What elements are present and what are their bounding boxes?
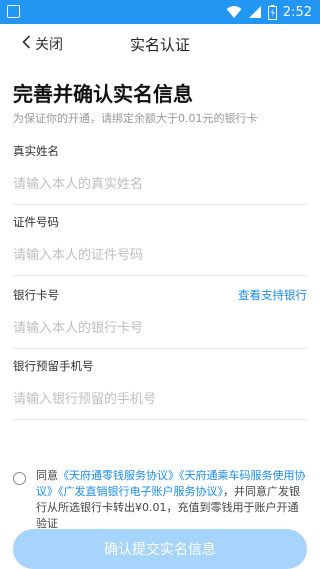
supported-banks-link[interactable]: 查看支持银行 bbox=[238, 287, 307, 303]
real-name-input[interactable]: 请输入本人的真实姓名 bbox=[13, 173, 307, 192]
divider bbox=[13, 275, 307, 276]
bank-card-input[interactable]: 请输入本人的银行卡号 bbox=[13, 317, 307, 336]
agreement-text: 同意《天府通零钱服务协议》《天府通乘车码服务使用协议》《广发直销银行电子账户服务… bbox=[36, 468, 307, 532]
bank-phone-field[interactable]: 银行预留手机号 请输入银行预留的手机号 bbox=[13, 358, 307, 420]
agree-radio[interactable] bbox=[13, 472, 26, 485]
field-label: 证件号码 bbox=[13, 215, 59, 229]
status-time: 2:52 bbox=[282, 4, 312, 20]
notification-icon bbox=[7, 5, 20, 18]
form-subheading: 为保证你的开通，请绑定余额大于0.01元的银行卡 bbox=[13, 112, 258, 125]
battery-icon bbox=[267, 4, 277, 20]
agreement-prefix: 同意 bbox=[36, 469, 58, 482]
real-name-field[interactable]: 真实姓名 请输入本人的真实姓名 bbox=[13, 143, 307, 205]
status-bar: 2:52 bbox=[0, 0, 320, 24]
field-label: 银行预留手机号 bbox=[13, 359, 94, 373]
bank-card-field[interactable]: 银行卡号 查看支持银行 请输入本人的银行卡号 bbox=[13, 287, 307, 349]
status-icons: 2:52 bbox=[226, 3, 312, 21]
divider bbox=[13, 348, 307, 349]
wifi-icon bbox=[226, 5, 242, 19]
signal-icon bbox=[248, 5, 262, 19]
wallet-agreement-link[interactable]: 《天府通零钱服务协议》 bbox=[58, 469, 179, 482]
divider bbox=[13, 204, 307, 205]
id-number-field[interactable]: 证件号码 请输入本人的证件号码 bbox=[13, 214, 307, 276]
id-number-input[interactable]: 请输入本人的证件号码 bbox=[13, 244, 307, 263]
form-heading: 完善并确认实名信息 bbox=[13, 82, 193, 106]
bank-account-agreement-link[interactable]: 《广发直销银行电子账户服务协议》 bbox=[58, 485, 223, 498]
agreement-section: 同意《天府通零钱服务协议》《天府通乘车码服务使用协议》《广发直销银行电子账户服务… bbox=[13, 468, 307, 532]
bank-phone-input[interactable]: 请输入银行预留的手机号 bbox=[13, 388, 307, 407]
nav-bar: 关闭 实名认证 bbox=[0, 24, 320, 64]
field-label: 真实姓名 bbox=[13, 144, 59, 158]
page-title: 实名认证 bbox=[129, 36, 190, 54]
divider bbox=[13, 419, 307, 420]
submit-button[interactable]: 确认提交实名信息 bbox=[13, 529, 307, 569]
